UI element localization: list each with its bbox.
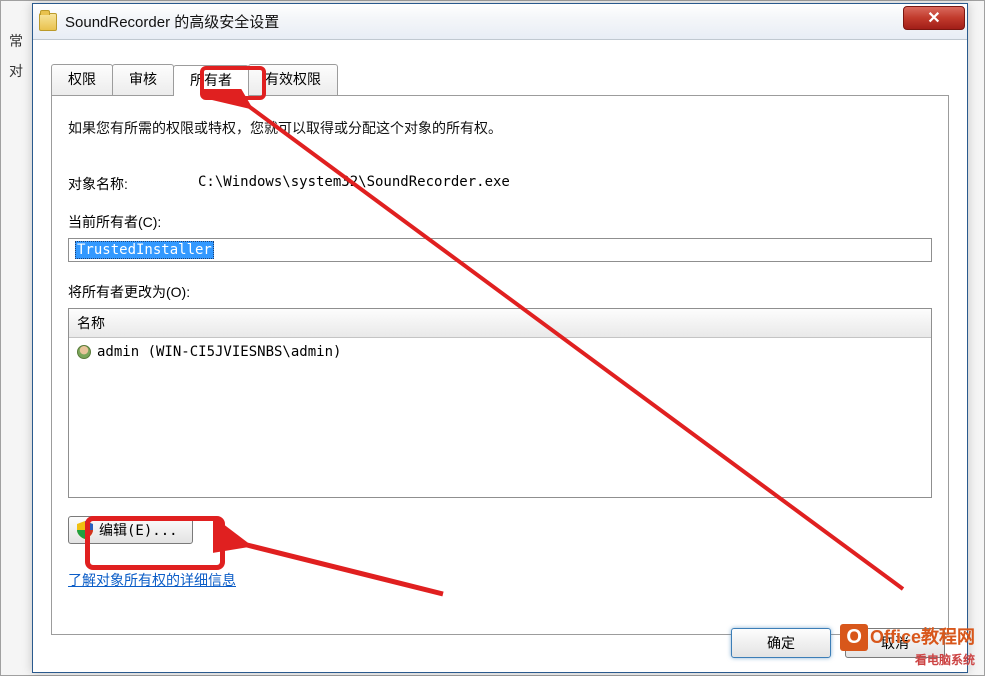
object-name-label: 对象名称: bbox=[68, 174, 198, 194]
owner-tab-pane: 如果您有所需的权限或特权，您就可以取得或分配这个对象的所有权。 对象名称: C:… bbox=[51, 95, 949, 635]
titlebar[interactable]: SoundRecorder 的高级安全设置 ✕ bbox=[33, 4, 967, 40]
folder-icon bbox=[39, 13, 57, 31]
dialog-title: SoundRecorder 的高级安全设置 bbox=[65, 11, 279, 32]
tab-permissions[interactable]: 权限 bbox=[51, 64, 113, 95]
current-owner-label: 当前所有者(C): bbox=[68, 212, 932, 232]
object-name-value: C:\Windows\system32\SoundRecorder.exe bbox=[198, 174, 510, 194]
current-owner-value: TrustedInstaller bbox=[75, 241, 214, 259]
advanced-security-dialog: SoundRecorder 的高级安全设置 ✕ 权限 审核 所有者 有效权限 如… bbox=[32, 3, 968, 673]
edit-button-label: 编辑(E)... bbox=[99, 520, 178, 540]
close-icon: ✕ bbox=[927, 8, 940, 28]
watermark-subtext: 看电脑系统 bbox=[840, 651, 975, 668]
bg-text-1: 常 bbox=[9, 31, 23, 51]
watermark-badge-icon: O bbox=[840, 624, 868, 651]
tab-effective-permissions[interactable]: 有效权限 bbox=[248, 64, 338, 95]
ok-button[interactable]: 确定 bbox=[731, 628, 831, 658]
tab-audit[interactable]: 审核 bbox=[112, 64, 174, 95]
list-item-label: admin (WIN-CI5JVIESNBS\admin) bbox=[97, 344, 341, 360]
watermark-text: Office教程网 bbox=[870, 627, 975, 647]
watermark: OOffice教程网 看电脑系统 bbox=[840, 623, 975, 668]
list-item[interactable]: admin (WIN-CI5JVIESNBS\admin) bbox=[77, 342, 923, 362]
tab-row: 权限 审核 所有者 有效权限 bbox=[51, 64, 949, 95]
intro-text: 如果您有所需的权限或特权，您就可以取得或分配这个对象的所有权。 bbox=[68, 118, 932, 138]
tab-owner[interactable]: 所有者 bbox=[173, 65, 249, 96]
user-icon bbox=[77, 345, 91, 359]
bg-text-2: 对 bbox=[9, 61, 23, 81]
edit-button[interactable]: 编辑(E)... bbox=[68, 516, 193, 544]
owner-candidates-list[interactable]: 名称 admin (WIN-CI5JVIESNBS\admin) bbox=[68, 308, 932, 498]
current-owner-box[interactable]: TrustedInstaller bbox=[68, 238, 932, 262]
close-button[interactable]: ✕ bbox=[903, 6, 965, 30]
list-header-name[interactable]: 名称 bbox=[69, 309, 931, 338]
learn-more-link[interactable]: 了解对象所有权的详细信息 bbox=[68, 570, 236, 590]
change-owner-label: 将所有者更改为(O): bbox=[68, 282, 932, 302]
uac-shield-icon bbox=[77, 521, 93, 539]
